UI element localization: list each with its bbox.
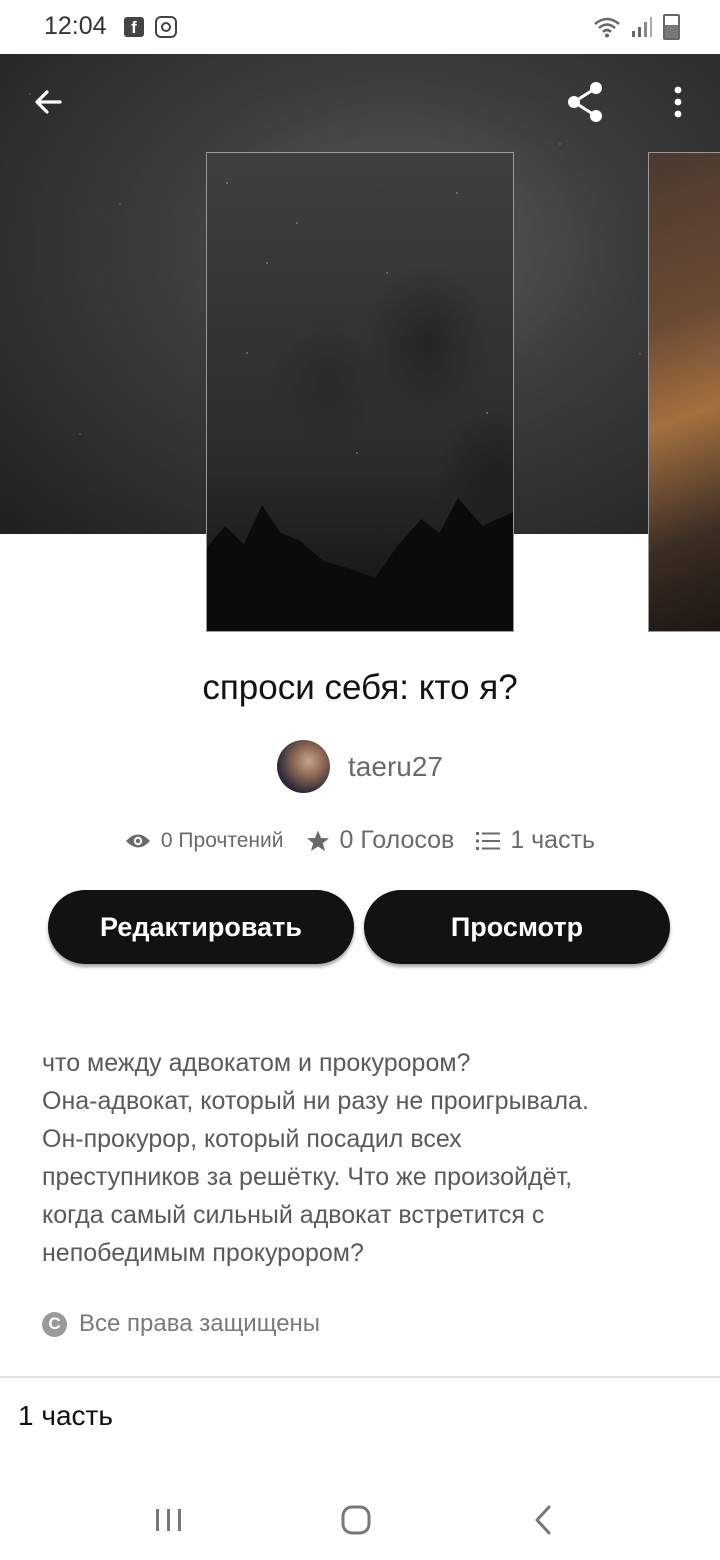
nav-back-button[interactable] <box>498 1480 588 1560</box>
description-line: преступников за решётку. Что же произойд… <box>42 1163 573 1191</box>
votes-count: 0 Голосов <box>339 826 455 854</box>
battery-icon <box>663 14 680 40</box>
description-line: Он-прокурор, который посадил всех <box>42 1125 462 1153</box>
description-line: когда самый сильный адвокат встретится с <box>42 1201 545 1229</box>
story-stats: 0 Прочтений 0 Голосов 1 часть <box>0 826 720 855</box>
home-icon <box>341 1505 371 1535</box>
arrow-left-icon <box>35 90 62 114</box>
reads-count: 0 Прочтений <box>160 828 284 852</box>
story-cover[interactable] <box>206 152 514 632</box>
status-icons <box>593 14 680 40</box>
back-button[interactable] <box>18 72 78 132</box>
story-title: спроси себя: кто я? <box>202 668 518 707</box>
copyright-text: Все права защищены <box>79 1310 321 1337</box>
more-button[interactable] <box>648 72 708 132</box>
recents-button[interactable] <box>124 1480 214 1560</box>
description-line: Она-адвокат, который ни разу не проигрыв… <box>42 1087 589 1115</box>
edit-button[interactable]: Редактировать <box>48 890 354 964</box>
eye-icon <box>125 834 150 847</box>
home-button[interactable] <box>311 1480 401 1560</box>
reads-stat: 0 Прочтений <box>125 829 284 853</box>
description-line: что между адвокатом и прокурором? <box>42 1049 471 1077</box>
next-story-cover[interactable] <box>648 152 720 632</box>
system-nav-bar <box>0 1480 720 1560</box>
description-line: непобедимым прокурором? <box>42 1239 364 1267</box>
author-row[interactable]: taeru27 <box>0 740 720 793</box>
story-description: что между адвокатом и прокурором? Она-ад… <box>42 1044 682 1272</box>
votes-stat: 0 Голосов <box>306 826 455 855</box>
list-icon <box>476 831 501 850</box>
signal-icon <box>632 17 652 37</box>
view-button[interactable]: Просмотр <box>364 890 670 964</box>
parts-count: 1 часть <box>510 826 596 854</box>
status-bar: 12:04 f <box>0 0 720 54</box>
more-vertical-icon <box>674 86 682 118</box>
author-name[interactable]: taeru27 <box>348 751 443 783</box>
share-icon <box>568 82 602 122</box>
divider <box>0 1376 720 1378</box>
star-icon <box>306 830 329 851</box>
chevron-left-icon <box>535 1505 551 1535</box>
instagram-icon <box>155 16 177 38</box>
wifi-icon <box>594 17 620 38</box>
avatar[interactable] <box>277 740 331 793</box>
parts-stat: 1 часть <box>476 826 595 855</box>
share-button[interactable] <box>556 72 616 132</box>
recents-icon <box>156 1509 181 1531</box>
copyright-row: C Все права защищены <box>42 1310 320 1338</box>
facebook-icon: f <box>124 17 144 37</box>
parts-header[interactable]: 1 часть <box>18 1400 113 1432</box>
status-time: 12:04 <box>44 12 107 40</box>
copyright-icon: C <box>42 1311 67 1337</box>
